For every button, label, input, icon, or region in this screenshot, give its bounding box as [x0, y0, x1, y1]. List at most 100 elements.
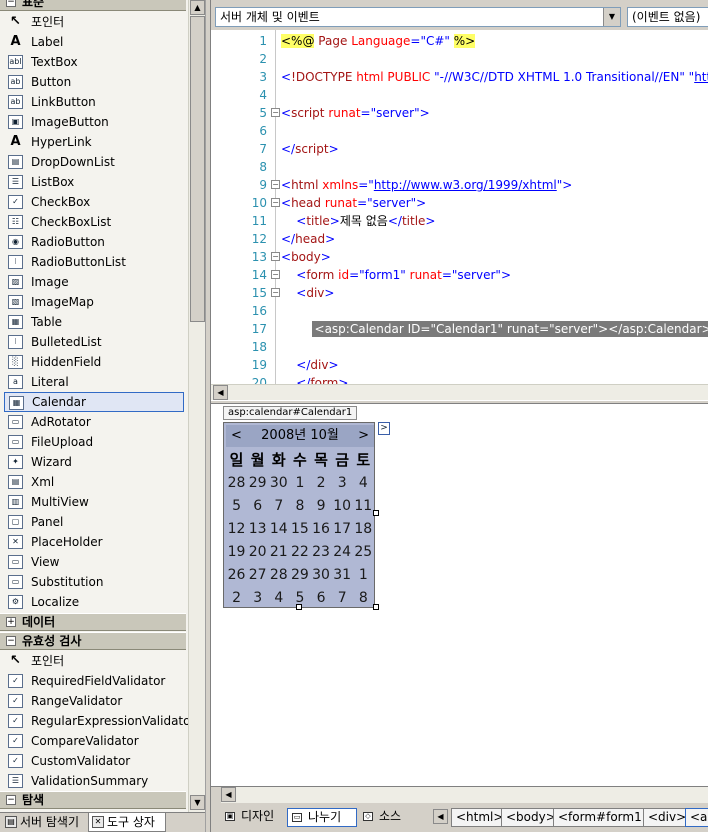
- event-combo[interactable]: (이벤트 없음): [627, 7, 708, 27]
- tool-item-comparevalidator[interactable]: ✓ CompareValidator: [4, 731, 184, 751]
- group-header-1[interactable]: + 데이터: [0, 613, 186, 631]
- chevron-down-icon[interactable]: ▼: [603, 8, 620, 26]
- code-line[interactable]: 1 <%@ Page Language="C#" %>: [211, 32, 708, 50]
- tool-item-listbox[interactable]: ☰ ListBox: [4, 172, 184, 192]
- calendar-day[interactable]: 24: [332, 541, 353, 564]
- tool-item-fileupload[interactable]: ▭ FileUpload: [4, 432, 184, 452]
- tool-item-linkbutton[interactable]: ab LinkButton: [4, 92, 184, 112]
- expand-icon[interactable]: +: [6, 617, 16, 627]
- calendar-day[interactable]: 11: [353, 495, 374, 518]
- code-line[interactable]: 9− <html xmlns="http://www.w3.org/1999/xh…: [211, 176, 708, 194]
- calendar-day[interactable]: 18: [353, 518, 374, 541]
- calendar-day[interactable]: 20: [247, 541, 268, 564]
- calendar-day[interactable]: 1: [289, 472, 310, 495]
- scroll-up-icon[interactable]: ▲: [190, 0, 205, 15]
- calendar-day[interactable]: 22: [289, 541, 310, 564]
- smart-tag-icon[interactable]: >: [378, 422, 390, 435]
- resize-handle-bottom[interactable]: [296, 604, 302, 610]
- tool-item-imagebutton[interactable]: ▣ ImageButton: [4, 112, 184, 132]
- calendar-day[interactable]: 23: [311, 541, 332, 564]
- tool-item-radiobutton[interactable]: ◉ RadioButton: [4, 232, 184, 252]
- calendar-day[interactable]: 3: [332, 472, 353, 495]
- calendar-day[interactable]: 30: [311, 564, 332, 587]
- tool-item-checkboxlist[interactable]: ☷ CheckBoxList: [4, 212, 184, 232]
- calendar-day[interactable]: 4: [268, 587, 289, 610]
- calendar-day[interactable]: 2: [311, 472, 332, 495]
- calendar-day[interactable]: 8: [353, 587, 374, 610]
- breadcrumb-asp[interactable]: <asp: [685, 808, 708, 827]
- calendar-day[interactable]: 2: [226, 587, 247, 610]
- calendar-control[interactable]: < 2008년 10월 > 일 월 화 수 목 금 토 28 29 30 1 2 3 4 5 6 7 8 9 10 11…: [223, 422, 375, 608]
- tool-item-regularexpressionvalidator[interactable]: ✓ RegularExpressionValidator: [4, 711, 188, 731]
- tool-item-포인터[interactable]: ↖ 포인터: [4, 651, 184, 671]
- tool-item-wizard[interactable]: ✦ Wizard: [4, 452, 184, 472]
- tool-item-rangevalidator[interactable]: ✓ RangeValidator: [4, 691, 184, 711]
- code-line[interactable]: 2: [211, 50, 708, 68]
- tool-item-table[interactable]: ▦ Table: [4, 312, 184, 332]
- code-line[interactable]: 15− <div>: [211, 284, 708, 302]
- collapse-icon[interactable]: −: [6, 0, 16, 7]
- tool-item-hyperlink[interactable]: A HyperLink: [4, 132, 184, 152]
- code-line[interactable]: 12 </head>: [211, 230, 708, 248]
- tool-item-customvalidator[interactable]: ✓ CustomValidator: [4, 751, 184, 771]
- tool-item-panel[interactable]: ▢ Panel: [4, 512, 184, 532]
- tool-item-view[interactable]: ▭ View: [4, 552, 184, 572]
- calendar-day[interactable]: 7: [268, 495, 289, 518]
- tool-item-dropdownlist[interactable]: ▤ DropDownList: [4, 152, 184, 172]
- calendar-day[interactable]: 9: [311, 495, 332, 518]
- breadcrumb-form[interactable]: <form#form1>: [553, 808, 657, 827]
- collapse-icon[interactable]: −: [6, 795, 16, 805]
- tool-item-substitution[interactable]: ▭ Substitution: [4, 572, 184, 592]
- code-line[interactable]: 11 <title>제목 없음</title>: [211, 212, 708, 230]
- toolbox-scrollbar[interactable]: ▲ ▼: [188, 0, 205, 812]
- tool-item-bulletedlist[interactable]: ⁝ BulletedList: [4, 332, 184, 352]
- object-combo[interactable]: 서버 개체 및 이벤트 ▼: [215, 7, 621, 27]
- tab-split[interactable]: ▭ 나누기: [287, 808, 357, 827]
- tool-item-label[interactable]: A Label: [4, 32, 184, 52]
- group-header-0[interactable]: − 표준: [0, 0, 186, 11]
- tool-item-adrotator[interactable]: ▭ AdRotator: [4, 412, 184, 432]
- calendar-day[interactable]: 29: [289, 564, 310, 587]
- fold-toggle-icon[interactable]: −: [271, 198, 280, 207]
- tool-item-localize[interactable]: ⚙ Localize: [4, 592, 184, 612]
- calendar-day[interactable]: 28: [268, 564, 289, 587]
- resize-handle-right[interactable]: [373, 510, 379, 516]
- fold-toggle-icon[interactable]: −: [271, 288, 280, 297]
- code-line[interactable]: 5− <script runat="server">: [211, 104, 708, 122]
- tool-item-image[interactable]: ▨ Image: [4, 272, 184, 292]
- tool-item-button[interactable]: ab Button: [4, 72, 184, 92]
- calendar-day[interactable]: 17: [332, 518, 353, 541]
- tool-item-literal[interactable]: a Literal: [4, 372, 184, 392]
- collapse-icon[interactable]: −: [6, 636, 16, 646]
- fold-toggle-icon[interactable]: −: [271, 252, 280, 261]
- calendar-day[interactable]: 26: [226, 564, 247, 587]
- code-line[interactable]: 6: [211, 122, 708, 140]
- code-line[interactable]: 7 </script>: [211, 140, 708, 158]
- code-line[interactable]: 3 <!DOCTYPE html PUBLIC "-//W3C//DTD XHTM…: [211, 68, 708, 86]
- breadcrumb-scroll-left-icon[interactable]: ◀: [433, 809, 448, 824]
- calendar-day[interactable]: 25: [353, 541, 374, 564]
- calendar-day[interactable]: 30: [268, 472, 289, 495]
- calendar-day[interactable]: 8: [289, 495, 310, 518]
- fold-toggle-icon[interactable]: −: [271, 180, 280, 189]
- code-horizontal-scrollbar[interactable]: ◀: [211, 384, 708, 400]
- resize-handle-corner[interactable]: [373, 604, 379, 610]
- fold-toggle-icon[interactable]: −: [271, 108, 280, 117]
- group-header-2[interactable]: − 유효성 검사: [0, 632, 186, 650]
- design-horizontal-scrollbar[interactable]: ◀: [221, 787, 708, 803]
- calendar-day[interactable]: 16: [311, 518, 332, 541]
- calendar-day[interactable]: 1: [353, 564, 374, 587]
- calendar-day[interactable]: 29: [247, 472, 268, 495]
- tool-item-포인터[interactable]: ↖ 포인터: [4, 12, 184, 32]
- calendar-day[interactable]: 6: [311, 587, 332, 610]
- calendar-day[interactable]: 31: [332, 564, 353, 587]
- scroll-down-icon[interactable]: ▼: [190, 795, 205, 810]
- code-line[interactable]: 8: [211, 158, 708, 176]
- calendar-day[interactable]: 7: [332, 587, 353, 610]
- calendar-next-month[interactable]: >: [358, 425, 369, 447]
- calendar-day[interactable]: 3: [247, 587, 268, 610]
- scroll-left-icon[interactable]: ◀: [221, 787, 236, 802]
- calendar-day[interactable]: 14: [268, 518, 289, 541]
- code-line[interactable]: 19 </div>: [211, 356, 708, 374]
- calendar-day[interactable]: 6: [247, 495, 268, 518]
